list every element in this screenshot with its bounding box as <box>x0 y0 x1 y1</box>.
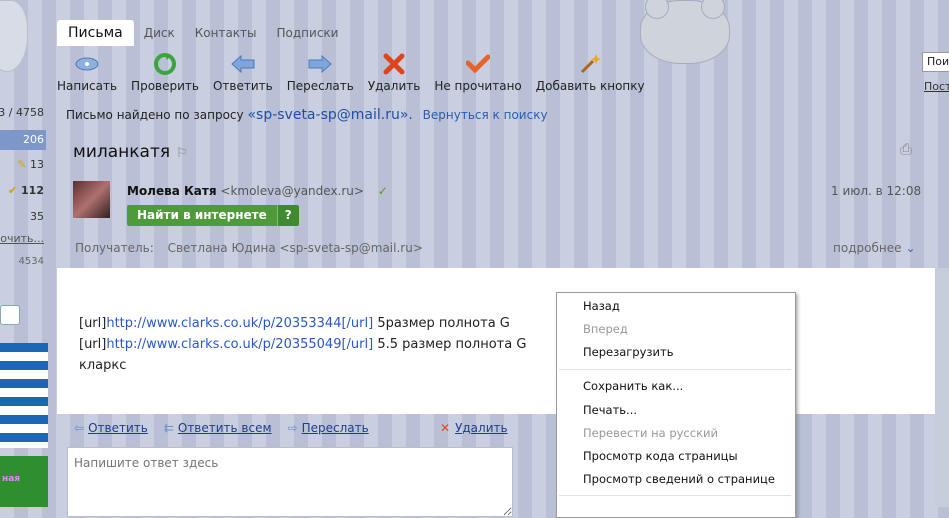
recipient-line: Получатель: Светлана Юдина <sp-sveta-sp@… <box>75 241 423 255</box>
mail-toolbar: Написать Проверить Ответить Переслать Уд… <box>57 52 659 100</box>
sidebar-number: 4534 <box>18 256 44 267</box>
bottom-forward-link[interactable]: ⇨ Переслать <box>288 421 369 435</box>
message-line: кларкс <box>79 358 127 373</box>
message-text: [url]http://www.clarks.co.uk/p/20353344[… <box>79 313 526 376</box>
search-query: «sp-sveta-sp@mail.ru». <box>247 107 413 123</box>
mark-unread-button[interactable]: Не прочитано <box>434 52 522 100</box>
arrow-left-icon <box>230 52 256 76</box>
menu-separator <box>559 495 791 496</box>
message-actions: ⇦ Ответить ⇇ Ответить всем ⇨ Переслать <box>74 421 385 435</box>
chevron-down-icon: ⌄ <box>905 241 916 255</box>
search-result-prefix: Письмо найдено по запросу <box>66 108 244 122</box>
inbox-count-badge[interactable]: 206 <box>0 130 46 150</box>
folder-count-a[interactable]: ✎ 13 <box>17 158 44 171</box>
forward-button[interactable]: Переслать <box>287 52 354 100</box>
menu-item-back[interactable]: Назад <box>583 299 620 313</box>
help-button[interactable]: ? <box>276 205 299 226</box>
search-result-line: Письмо найдено по запросу «sp-sveta-sp@m… <box>66 107 548 123</box>
back-to-search-link[interactable]: Вернуться к поиску <box>423 108 548 122</box>
menu-item-translate: Перевести на русский <box>583 426 718 440</box>
check-mail-button[interactable]: Проверить <box>131 52 199 100</box>
message-line: [url]http://www.clarks.co.uk/p/20353344[… <box>79 316 510 331</box>
tab-contacts[interactable]: Контакты <box>185 20 267 46</box>
search-input[interactable]: Пои <box>922 52 949 72</box>
arrow-left-icon: ⇦ <box>74 421 85 435</box>
checkmark-icon <box>465 52 491 76</box>
pen-icon <box>74 52 100 76</box>
sender-avatar[interactable] <box>73 181 110 218</box>
arrow-right-icon: ⇨ <box>287 421 298 435</box>
printer-icon[interactable]: ⎙ <box>900 140 912 158</box>
message-body: [url]http://www.clarks.co.uk/p/20353344[… <box>57 268 935 414</box>
bottom-delete-link[interactable]: ✕ Удалить <box>440 421 508 435</box>
message-link[interactable]: http://www.clarks.co.uk/p/20355049[/url] <box>106 337 373 352</box>
menu-item-reload[interactable]: Перезагрузить <box>583 345 673 359</box>
recipient-label: Получатель: <box>75 241 154 255</box>
banner-image <box>0 343 48 448</box>
top-right-link[interactable]: Пост <box>924 80 949 93</box>
refresh-icon <box>152 52 178 76</box>
menu-separator <box>559 369 791 370</box>
message-subject: миланкатя ⚐ <box>73 142 188 162</box>
sidebar-refresh-button[interactable] <box>0 305 20 325</box>
write-button[interactable]: Написать <box>57 52 117 100</box>
menu-item-view-source[interactable]: Просмотр кода страницы <box>583 449 738 463</box>
verified-icon: ✓ <box>377 184 388 198</box>
sender-info: Молева Катя <kmoleva@yandex.ru> ✓ <box>127 184 388 198</box>
arrow-right-icon <box>307 52 333 76</box>
tab-mail[interactable]: Письма <box>57 20 134 46</box>
bottom-reply-link[interactable]: ⇦ Ответить <box>74 421 148 435</box>
red-x-icon: ✕ <box>440 421 451 435</box>
message-line: [url]http://www.clarks.co.uk/p/20355049[… <box>79 337 527 352</box>
bottom-reply-all-link[interactable]: ⇇ Ответить всем <box>164 421 272 435</box>
folder-count-c[interactable]: 35 <box>30 210 44 223</box>
sender-email[interactable]: <kmoleva@yandex.ru> <box>220 184 364 198</box>
delete-button[interactable]: Удалить <box>368 52 420 100</box>
menu-item-page-info[interactable]: Просмотр сведений о странице <box>583 472 775 486</box>
scrollbar-track[interactable] <box>935 268 949 507</box>
recipient-value[interactable]: Светлана Юдина <sp-sveta-sp@mail.ru> <box>168 241 423 255</box>
message-count: 3 / 4758 <box>0 106 44 119</box>
tab-subscriptions[interactable]: Подписки <box>267 20 349 46</box>
magic-wand-icon <box>577 52 603 76</box>
flag-icon[interactable]: ⚐ <box>176 146 188 161</box>
double-arrow-left-icon: ⇇ <box>163 421 174 435</box>
promo-banner[interactable]: ная <box>0 456 48 507</box>
menu-item-print[interactable]: Печать... <box>583 403 637 417</box>
message-link[interactable]: http://www.clarks.co.uk/p/20353344[/url] <box>106 316 373 331</box>
add-button-button[interactable]: Добавить кнопку <box>536 52 645 100</box>
folder-count-b[interactable]: ✔ 112 <box>8 184 44 197</box>
left-sidebar: 3 / 4758 206 ✎ 13 ✔ 112 35 рочить... 453… <box>0 0 48 507</box>
red-x-icon <box>381 52 407 76</box>
tab-disk[interactable]: Диск <box>134 20 185 46</box>
bear-decoration <box>0 0 28 72</box>
message-date: 1 июл. в 12:08 <box>831 184 922 198</box>
sender-name[interactable]: Молева Катя <box>127 184 217 198</box>
menu-item-forward: Вперед <box>583 322 628 336</box>
sidebar-link[interactable]: рочить... <box>0 232 44 245</box>
context-menu: Назад Вперед Перезагрузить Сохранить как… <box>556 292 796 518</box>
details-toggle[interactable]: подробнее ⌄ <box>833 241 916 255</box>
find-online-button[interactable]: Найти в интернете ? <box>127 205 299 226</box>
reply-button[interactable]: Ответить <box>213 52 273 100</box>
menu-item-save-as[interactable]: Сохранить как... <box>583 379 683 393</box>
top-tabs: Письма Диск Контакты Подписки <box>57 20 348 46</box>
